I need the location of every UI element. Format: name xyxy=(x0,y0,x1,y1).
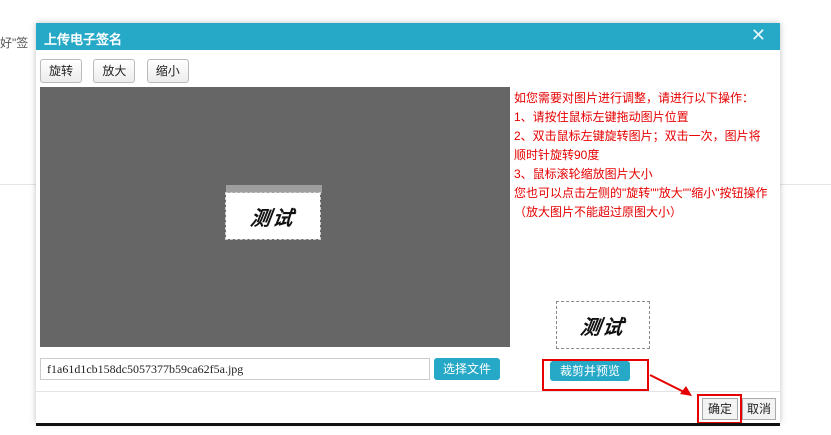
crop-preview-button[interactable]: 裁剪并预览 xyxy=(550,361,630,381)
choose-file-button[interactable]: 选择文件 xyxy=(434,358,500,380)
dialog-title: 上传电子签名 xyxy=(44,32,123,47)
signature-preview: 测试 xyxy=(556,301,650,349)
instructions-panel: 如您需要对图片进行调整，请进行以下操作： 1、请按住鼠标左键拖动图片位置 2、双… xyxy=(514,89,769,222)
zoom-in-button[interactable]: 放大 xyxy=(93,59,136,83)
dialog-titlebar: 上传电子签名 ✕ xyxy=(36,23,780,50)
signature-preview-image: 测试 xyxy=(579,314,627,339)
instruction-line: 3、鼠标滚轮缩放图片大小 xyxy=(514,167,653,181)
close-icon[interactable]: ✕ xyxy=(751,25,766,46)
footer-divider xyxy=(36,391,780,392)
instruction-line: 如您需要对图片进行调整，请进行以下操作： xyxy=(514,91,755,105)
crop-handle-bar[interactable] xyxy=(226,185,322,193)
dialog-bottom-bar xyxy=(36,423,780,426)
rotate-button[interactable]: 旋转 xyxy=(40,59,83,83)
file-name-field[interactable]: f1a61d1cb158dc5057377b59ca62f5a.jpg xyxy=(40,358,430,380)
image-toolbar: 旋转 放大 缩小 xyxy=(40,59,197,83)
image-crop-canvas[interactable]: 测试 xyxy=(40,87,510,347)
zoom-out-button[interactable]: 缩小 xyxy=(146,59,189,83)
instruction-line: 您也可以点击左侧的"旋转""放大""缩小"按钮操作（放大图片不能超过原图大小） xyxy=(514,186,768,219)
instruction-line: 2、双击鼠标左键旋转图片；双击一次，图片将顺时针旋转90度 xyxy=(514,129,761,162)
signature-image: 测试 xyxy=(249,205,297,230)
crop-selection[interactable]: 测试 xyxy=(225,192,321,240)
background-text: 好"签 xyxy=(0,36,29,50)
instruction-line: 1、请按住鼠标左键拖动图片位置 xyxy=(514,110,689,124)
upload-signature-dialog: 上传电子签名 ✕ 旋转 放大 缩小 测试 如您需要对图片进行调整，请进行以下操作… xyxy=(36,23,780,424)
cancel-button[interactable]: 取消 xyxy=(742,398,776,420)
ok-button[interactable]: 确定 xyxy=(702,398,738,420)
